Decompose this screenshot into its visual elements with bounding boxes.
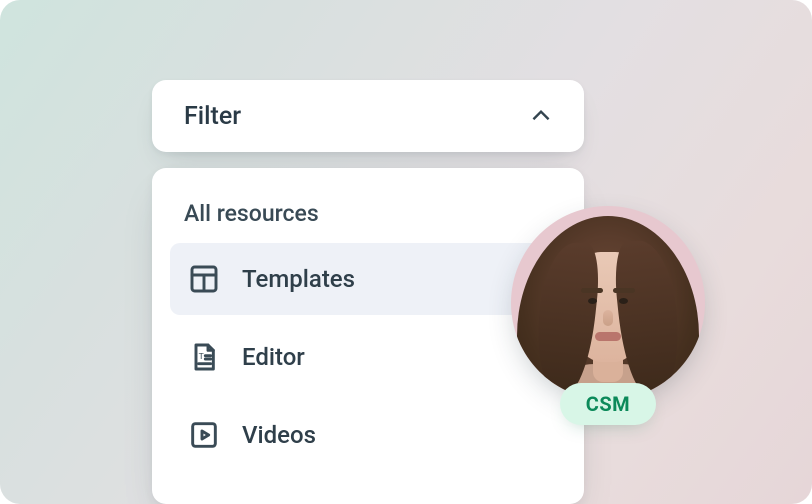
svg-text:T: T bbox=[199, 352, 204, 362]
list-item-editor[interactable]: T Editor bbox=[170, 321, 566, 393]
list-heading: All resources bbox=[170, 190, 566, 237]
list-item-label: Videos bbox=[242, 421, 316, 449]
list-item-videos[interactable]: Videos bbox=[170, 399, 566, 471]
role-badge: CSM bbox=[560, 383, 656, 425]
video-icon bbox=[186, 417, 222, 453]
app-stage: Filter All resources Templates T bbox=[0, 0, 812, 504]
filter-toggle[interactable]: Filter bbox=[152, 80, 584, 152]
list-item-label: Editor bbox=[242, 343, 305, 371]
grid-icon bbox=[186, 261, 222, 297]
editor-doc-icon: T bbox=[186, 339, 222, 375]
list-item-templates[interactable]: Templates bbox=[170, 243, 566, 315]
avatar bbox=[511, 206, 705, 400]
chevron-up-icon bbox=[526, 101, 556, 131]
filter-label: Filter bbox=[184, 102, 241, 131]
list-item-label: Templates bbox=[242, 265, 355, 293]
